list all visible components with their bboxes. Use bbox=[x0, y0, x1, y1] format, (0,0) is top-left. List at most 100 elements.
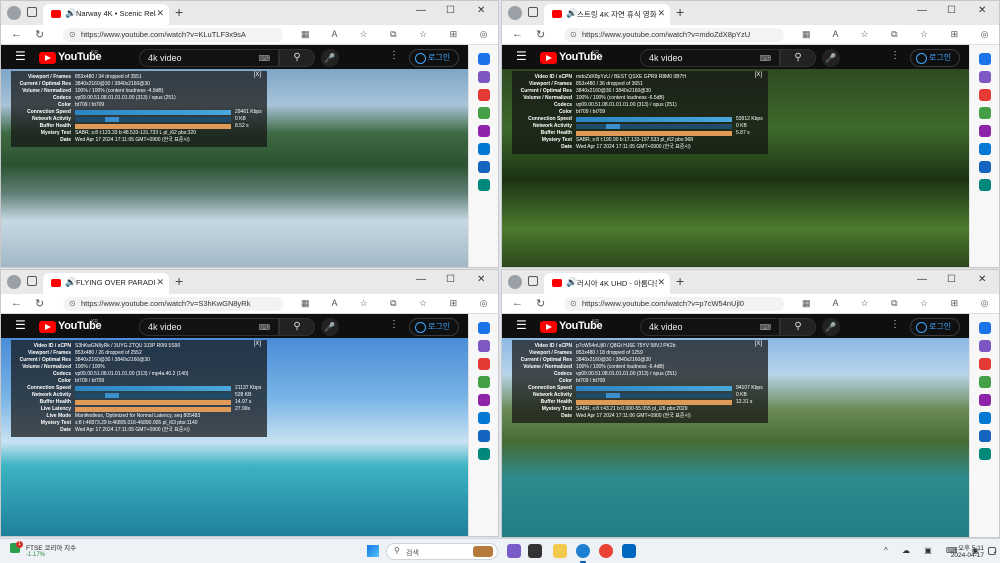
edge-icon[interactable] bbox=[576, 544, 590, 563]
refresh-icon[interactable]: ↻ bbox=[536, 28, 545, 41]
keyboard-icon[interactable]: ⌨ bbox=[759, 54, 771, 63]
back-icon[interactable]: ← bbox=[512, 297, 523, 309]
sidebar-app-icon[interactable] bbox=[478, 179, 490, 191]
url-field[interactable]: ⊙ https://www.youtube.com/watch?v=p7cW54n… bbox=[564, 297, 784, 311]
profile-avatar[interactable] bbox=[508, 6, 522, 20]
new-tab-icon[interactable]: + bbox=[676, 4, 684, 20]
sidebar-app-icon[interactable] bbox=[478, 143, 490, 155]
minimize-icon[interactable]: — bbox=[416, 5, 426, 16]
back-icon[interactable]: ← bbox=[512, 28, 523, 40]
url-field[interactable]: ⊙ https://www.youtube.com/watch?v=KLuTLF3… bbox=[63, 28, 283, 42]
close-window-icon[interactable]: ✕ bbox=[477, 274, 485, 285]
chrome-icon[interactable] bbox=[599, 544, 613, 558]
youtube-logo-icon[interactable] bbox=[39, 321, 56, 333]
sidebar-app-icon[interactable] bbox=[478, 71, 490, 83]
video-player[interactable]: [X] Video ID / sCPN S3hKwGN8yRk / 3UYG ZTQ… bbox=[1, 338, 468, 536]
mic-icon[interactable]: 🎤 bbox=[822, 318, 840, 336]
clock-date[interactable]: 2024-04-17 bbox=[944, 552, 984, 559]
widget-title[interactable]: FTSE 코리아 지수 bbox=[26, 542, 76, 552]
profile-avatar[interactable] bbox=[7, 275, 21, 289]
more-icon[interactable]: ⋮ bbox=[890, 50, 900, 61]
new-tab-icon[interactable]: + bbox=[676, 273, 684, 289]
new-tab-icon[interactable]: + bbox=[175, 4, 183, 20]
video-player[interactable]: [X] Video ID / sCPN p7cW54nUjl0 / Q8Gt HJ6… bbox=[502, 338, 969, 537]
tab-actions-icon[interactable] bbox=[528, 276, 538, 286]
tab-actions-icon[interactable] bbox=[27, 7, 37, 17]
start-button[interactable] bbox=[367, 545, 379, 557]
search-input[interactable]: 4k video ⌨ bbox=[640, 318, 780, 336]
speaker-icon[interactable]: 🔊 bbox=[566, 8, 577, 19]
maximize-icon[interactable]: ☐ bbox=[446, 274, 455, 285]
sidebar-app-icon[interactable] bbox=[478, 448, 490, 460]
login-button[interactable]: 로그인 bbox=[409, 49, 459, 67]
login-button[interactable]: 로그인 bbox=[910, 318, 960, 336]
sidebar-app-icon[interactable] bbox=[979, 340, 991, 352]
login-button[interactable]: 로그인 bbox=[910, 49, 960, 67]
new-tab-icon[interactable]: + bbox=[175, 273, 183, 289]
minimize-icon[interactable]: — bbox=[917, 274, 927, 285]
profile-avatar[interactable] bbox=[7, 6, 21, 20]
sidebar-app-icon[interactable] bbox=[979, 53, 991, 65]
tab-close-icon[interactable]: ✕ bbox=[657, 277, 665, 288]
toolbar-icons[interactable]: ▦ A ☆ ⧉ ☆ ⊞ ◎ … bbox=[301, 298, 498, 309]
sidebar-app-icon[interactable] bbox=[478, 376, 490, 388]
task-view-icon[interactable] bbox=[528, 544, 542, 558]
browser-tab[interactable]: 🔊FLYING OVER PARADISE (4K✕ bbox=[43, 273, 169, 294]
tab-close-icon[interactable]: ✕ bbox=[156, 277, 164, 288]
sidebar-app-icon[interactable] bbox=[478, 412, 490, 424]
search-button[interactable]: ⚲ bbox=[780, 49, 816, 67]
close-window-icon[interactable]: ✕ bbox=[477, 5, 485, 16]
sidebar-app-icon[interactable] bbox=[979, 448, 991, 460]
sidebar-app-icon[interactable] bbox=[979, 89, 991, 101]
login-button[interactable]: 로그인 bbox=[409, 318, 459, 336]
browser-tab[interactable]: 🔊Narway 4K • Scenic Relaxat✕ bbox=[43, 4, 169, 25]
more-icon[interactable]: ⋮ bbox=[890, 319, 900, 330]
taskbar-search[interactable]: ⚲ 검색 bbox=[386, 543, 498, 560]
close-window-icon[interactable]: ✕ bbox=[978, 274, 986, 285]
speaker-icon[interactable]: 🔊 bbox=[65, 277, 76, 288]
more-icon[interactable]: ⋮ bbox=[389, 50, 399, 61]
sidebar-app-icon[interactable] bbox=[979, 125, 991, 137]
sidebar-app-icon[interactable] bbox=[478, 89, 490, 101]
youtube-logo-icon[interactable] bbox=[540, 52, 557, 64]
sidebar-app-icon[interactable] bbox=[979, 358, 991, 370]
search-button[interactable]: ⚲ bbox=[279, 49, 315, 67]
video-player[interactable]: [X] Viewport / Frames 853x480 / 34 dropped… bbox=[1, 69, 468, 267]
sidebar-app-icon[interactable] bbox=[979, 376, 991, 388]
keyboard-icon[interactable]: ⌨ bbox=[258, 54, 270, 63]
minimize-icon[interactable]: — bbox=[416, 274, 426, 285]
sidebar-app-icon[interactable] bbox=[478, 430, 490, 442]
file-explorer-icon[interactable] bbox=[553, 544, 567, 558]
sidebar-app-icon[interactable] bbox=[478, 340, 490, 352]
menu-icon[interactable]: ☰ bbox=[516, 49, 527, 63]
sidebar-app-icon[interactable] bbox=[979, 161, 991, 173]
sidebar-app-icon[interactable] bbox=[478, 394, 490, 406]
search-button[interactable]: ⚲ bbox=[279, 318, 315, 336]
youtube-logo-icon[interactable] bbox=[540, 321, 557, 333]
sidebar-app-icon[interactable] bbox=[979, 71, 991, 83]
tab-actions-icon[interactable] bbox=[528, 7, 538, 17]
toolbar-icons[interactable]: ▦ A ☆ ⧉ ☆ ⊞ ◎ … bbox=[301, 29, 498, 40]
mic-icon[interactable]: 🎤 bbox=[321, 49, 339, 67]
tab-actions-icon[interactable] bbox=[27, 276, 37, 286]
keyboard-icon[interactable]: ⌨ bbox=[258, 323, 270, 332]
mic-icon[interactable]: 🎤 bbox=[321, 318, 339, 336]
menu-icon[interactable]: ☰ bbox=[15, 318, 26, 332]
store-icon[interactable] bbox=[622, 544, 636, 558]
copilot-icon[interactable] bbox=[507, 544, 521, 558]
sidebar-app-icon[interactable] bbox=[478, 161, 490, 173]
sidebar-app-icon[interactable] bbox=[979, 394, 991, 406]
sidebar-app-icon[interactable] bbox=[478, 322, 490, 334]
speaker-icon[interactable]: 🔊 bbox=[65, 8, 76, 19]
notification-center-icon[interactable] bbox=[988, 547, 996, 555]
toolbar-icons[interactable]: ▦ A ☆ ⧉ ☆ ⊞ ◎ … bbox=[802, 29, 999, 40]
close-window-icon[interactable]: ✕ bbox=[978, 5, 986, 16]
tab-close-icon[interactable]: ✕ bbox=[156, 8, 164, 19]
browser-tab[interactable]: 🔊 러시아 4K UHD - 아름다운 ✕ bbox=[544, 273, 670, 294]
toolbar-icons[interactable]: ▦ A ☆ ⧉ ☆ ⊞ ◎ … bbox=[802, 298, 999, 309]
sidebar-app-icon[interactable] bbox=[979, 179, 991, 191]
minimize-icon[interactable]: — bbox=[917, 5, 927, 16]
refresh-icon[interactable]: ↻ bbox=[536, 297, 545, 310]
sidebar-app-icon[interactable] bbox=[979, 107, 991, 119]
search-input[interactable]: 4k video ⌨ bbox=[640, 49, 780, 67]
